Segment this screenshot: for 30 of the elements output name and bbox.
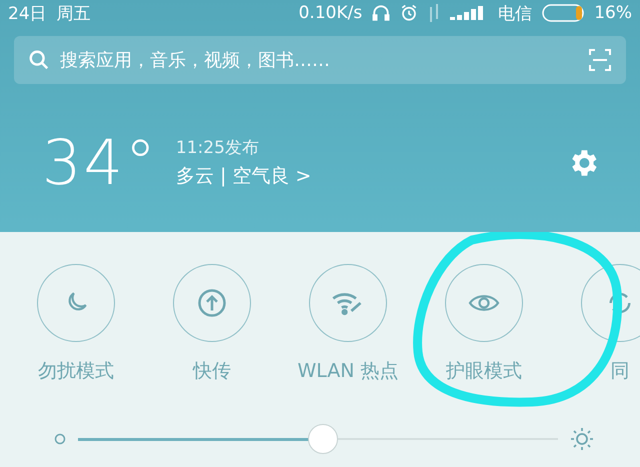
upload-icon	[197, 288, 227, 318]
dim-icon	[54, 433, 66, 445]
battery-icon	[542, 4, 584, 22]
sun-icon	[570, 427, 594, 451]
toggle-label: 护眼模式	[446, 359, 522, 384]
toggle-button[interactable]	[581, 264, 640, 342]
headphones-icon	[372, 4, 390, 22]
toggle-label: 同	[610, 359, 630, 384]
toggle-button[interactable]	[309, 264, 387, 342]
status-weekday: 周五	[56, 2, 91, 24]
status-date: 24日	[8, 2, 47, 24]
alarm-icon	[400, 4, 418, 22]
data-arrows-icon	[428, 4, 440, 22]
weather-condition[interactable]: 多云 | 空气良 >	[176, 163, 312, 189]
network-speed: 0.10K/s	[298, 3, 362, 23]
slider-thumb[interactable]	[308, 424, 338, 454]
temperature: 34°	[42, 126, 158, 199]
search-field[interactable]: 搜索应用，音乐，视频，图书……	[14, 36, 626, 84]
toggle-button[interactable]	[445, 264, 523, 342]
publish-time: 11:25发布	[176, 137, 260, 159]
scan-icon[interactable]	[588, 48, 612, 72]
eye-icon	[468, 292, 500, 314]
search-icon	[28, 49, 50, 71]
toggle-button[interactable]	[37, 264, 115, 342]
toggle-label: WLAN 热点	[297, 359, 399, 384]
toggle-button[interactable]	[173, 264, 251, 342]
carrier-name: 电信	[498, 2, 532, 24]
battery-percent: 16%	[594, 3, 632, 23]
toggle-label: 勿扰模式	[38, 359, 114, 384]
toggle-label: 快传	[193, 359, 231, 384]
